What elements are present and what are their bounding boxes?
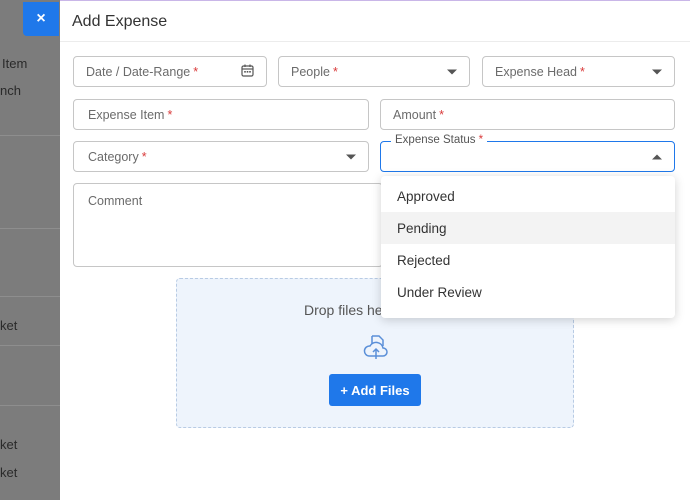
chevron-down-icon: [447, 69, 457, 74]
cloud-upload-icon: [361, 332, 391, 362]
expense-head-select[interactable]: Expense Head *: [482, 56, 675, 87]
chevron-up-icon: [652, 154, 662, 159]
date-range-label: Date / Date-Range: [86, 64, 191, 79]
add-files-button[interactable]: + Add Files: [329, 374, 421, 406]
expense-item-field[interactable]: Expense Item *: [73, 99, 369, 130]
background-text: nch: [0, 83, 21, 98]
status-option-approved[interactable]: Approved: [381, 180, 675, 212]
drop-files-text: Drop files he: [304, 302, 383, 318]
required-marker: *: [478, 134, 484, 146]
background-text: Item: [2, 56, 28, 71]
status-option-rejected[interactable]: Rejected: [381, 244, 675, 276]
status-option-pending[interactable]: Pending: [381, 212, 675, 244]
background-overlay[interactable]: Item nch ket ket ket: [0, 0, 60, 500]
background-divider: [0, 296, 60, 297]
required-marker: *: [439, 107, 444, 122]
background-divider: [0, 135, 60, 136]
background-text: ket: [0, 437, 18, 452]
required-marker: *: [580, 64, 585, 79]
expense-status-dropdown-menu: Approved Pending Rejected Under Review: [381, 176, 675, 318]
category-select[interactable]: Category *: [73, 141, 369, 172]
close-icon: ×: [36, 10, 46, 27]
expense-status-floating-label: Expense Status *: [391, 134, 488, 146]
background-text: ket: [0, 318, 18, 333]
background-divider: [0, 405, 60, 406]
expense-status-select[interactable]: Expense Status *: [380, 134, 675, 172]
category-label: Category: [88, 149, 139, 164]
people-select[interactable]: People *: [278, 56, 470, 87]
amount-field[interactable]: Amount *: [380, 99, 675, 130]
chevron-down-icon: [652, 69, 662, 74]
people-label: People: [291, 64, 330, 79]
chevron-down-icon: [346, 154, 356, 159]
drawer-title: Add Expense: [72, 13, 168, 30]
calendar-icon[interactable]: [241, 64, 254, 80]
close-button[interactable]: ×: [23, 2, 59, 36]
expense-status-label: Expense Status: [395, 134, 476, 146]
background-divider: [0, 228, 60, 229]
comment-placeholder: Comment: [88, 194, 143, 208]
date-range-field[interactable]: Date / Date-Range *: [73, 56, 267, 87]
expense-head-label: Expense Head: [495, 64, 578, 79]
status-option-under-review[interactable]: Under Review: [381, 276, 675, 308]
header-divider: [60, 41, 690, 42]
comment-textarea[interactable]: Comment: [73, 183, 383, 267]
required-marker: *: [141, 149, 147, 164]
required-marker: *: [167, 107, 173, 122]
required-marker: *: [332, 64, 338, 79]
background-text: ket: [0, 465, 18, 480]
amount-label: Amount: [393, 107, 437, 122]
background-divider: [0, 345, 60, 346]
required-marker: *: [193, 64, 199, 79]
expense-item-label: Expense Item: [88, 107, 165, 122]
